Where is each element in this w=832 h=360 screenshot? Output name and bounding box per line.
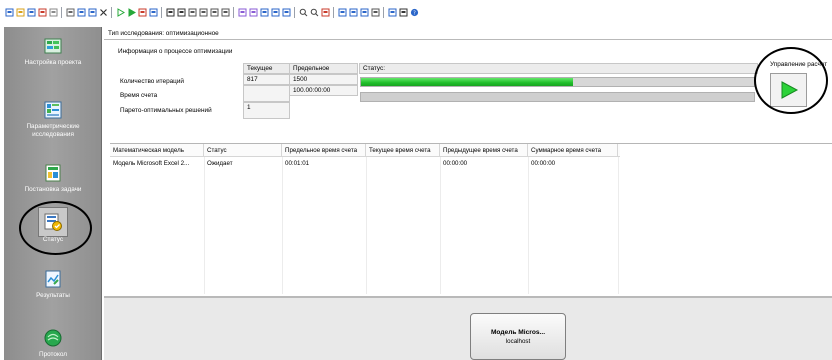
cell-current-time [366,158,440,170]
model-node[interactable]: Модель Micros... localhost [470,313,566,360]
cell-previous-time: 00:00:00 [443,160,468,167]
toolbar-separator [61,6,62,18]
table-header-current-time[interactable]: Текущее время счета [366,144,440,156]
sidebar-item-label: Протокол [39,351,67,358]
list-icon[interactable] [359,7,369,17]
sidebar-item-label: Настройка проекта [24,59,82,66]
row-label-iterations: Количество итераций [120,78,184,85]
refresh-icon[interactable] [148,7,158,17]
zoom-out-icon[interactable] [309,7,319,17]
last-icon[interactable] [198,7,208,17]
sidebar-item-label: Параметрические исследования [26,123,80,138]
iterations-current: 817 [243,74,290,85]
project-settings-icon [44,38,62,54]
main-area: Тип исследования: оптимизационное Информ… [104,27,832,360]
row-label-time: Время счета [120,92,158,99]
progress-fill [361,78,574,86]
table-header-status[interactable]: Статус [204,144,282,156]
play-highlight-circle [754,47,828,114]
split-icon[interactable] [237,7,247,17]
toolbar: ? [0,0,832,24]
merge-icon[interactable] [248,7,258,17]
model-node-host: localhost [505,337,531,345]
save-icon[interactable] [26,7,36,17]
stop-icon[interactable] [137,7,147,17]
svg-text:?: ? [413,10,416,16]
sort-asc-icon[interactable] [165,7,175,17]
chart2-icon[interactable] [270,7,280,17]
parametric-study-icon [44,101,62,119]
info-title: Информация о процессе оптимизации [118,48,233,55]
sidebar-item-protocol[interactable]: Протокол [4,329,102,359]
iterations-progress-bar [360,77,755,87]
tree-icon[interactable] [281,7,291,17]
sidebar-item-results[interactable]: Результаты [4,270,102,300]
column-header-current: Текущее [243,63,290,74]
table-header-limit-time[interactable]: Предельное время счета [282,144,366,156]
sidebar-item-parametric-study[interactable]: Параметрические исследования [4,101,102,139]
sidebar-item-problem-setup[interactable]: Постановка задачи [4,164,102,194]
pareto-current: 1 [243,102,290,119]
cell-status: Ожидает [207,160,233,167]
toolbar-separator [111,6,112,18]
sidebar-item-label: Результаты [36,292,70,299]
chart-icon[interactable] [37,7,47,17]
new-icon[interactable] [4,7,14,17]
bar-chart-icon[interactable] [348,7,358,17]
column-header-status: Статус: [359,63,758,74]
paste-icon[interactable] [87,7,97,17]
sort-desc-icon[interactable] [176,7,186,17]
open-icon[interactable] [15,7,25,17]
iterations-limit: 1500 [289,74,358,85]
time-limit: 100.00:00:00 [289,85,358,96]
table-header-model[interactable]: Математическая модель [110,144,204,156]
models-table: Математическая модель Статус Предельное … [110,143,832,294]
help-icon[interactable]: ? [409,7,419,17]
play-icon[interactable] [126,7,136,17]
toolbar-separator [333,6,334,18]
table-header: Математическая модель Статус Предельное … [110,144,620,157]
table-row[interactable]: Модель Microsoft Excel 2... Ожидает 00:0… [110,158,620,170]
protocol-icon [44,329,62,347]
next-icon[interactable] [220,7,230,17]
problem-setup-icon [45,164,61,182]
report-icon[interactable] [320,7,330,17]
toolbar-separator [161,6,162,18]
study-type-label: Тип исследования: оптимизационное [108,30,219,37]
copy-icon[interactable] [76,7,86,17]
row-label-pareto: Парето-оптимальных решений [120,107,212,114]
column-header-limit: Предельное [289,63,358,74]
sidebar: Настройка проекта Параметрические исслед… [4,27,102,360]
sidebar-item-project-settings[interactable]: Настройка проекта [4,37,102,67]
results-icon [45,270,61,288]
model-node-title: Модель Micros... [490,328,546,336]
table-header-total-time[interactable]: Суммарное время счета [528,144,618,156]
toolbar-separator [233,6,234,18]
optimization-info-panel: Информация о процессе оптимизации Текуще… [104,39,832,157]
status-highlight-circle [19,201,92,255]
properties-icon[interactable] [48,7,58,17]
network-panel: Модель Micros... localhost [104,296,832,360]
cut-icon[interactable] [65,7,75,17]
time-current [243,85,290,102]
cell-limit-time: 00:01:01 [285,160,310,167]
filter-icon[interactable] [398,7,408,17]
play-outline-icon[interactable] [115,7,125,17]
cell-total-time: 00:00:00 [531,160,556,167]
zoom-in-icon[interactable] [298,7,308,17]
first-icon[interactable] [187,7,197,17]
prev-icon[interactable] [209,7,219,17]
sidebar-item-label: Постановка задачи [24,186,82,193]
graph-icon[interactable] [259,7,269,17]
table-icon[interactable] [370,7,380,17]
time-progress-bar [360,92,755,102]
toolbar-separator [294,6,295,18]
export-icon[interactable] [387,7,397,17]
cell-model: Модель Microsoft Excel 2... [113,160,190,167]
table-header-previous-time[interactable]: Предыдущее время счета [440,144,528,156]
line-chart-icon[interactable] [337,7,347,17]
toolbar-separator [383,6,384,18]
delete-icon[interactable] [98,7,108,17]
